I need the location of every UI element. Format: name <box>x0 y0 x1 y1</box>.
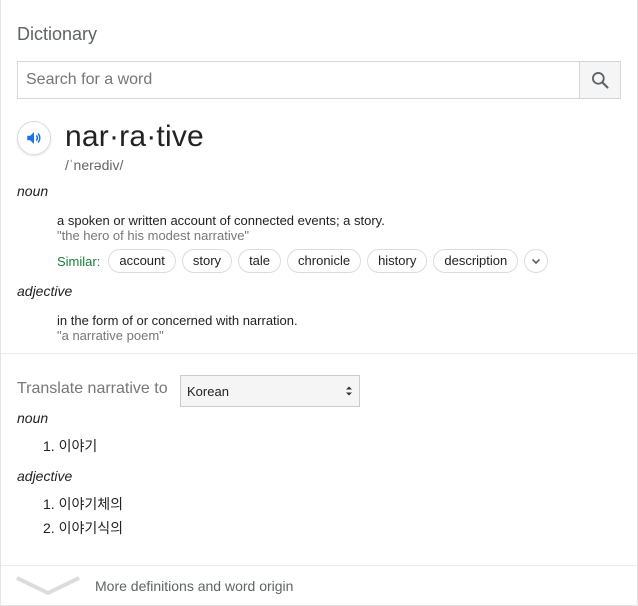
similar-label: Similar: <box>57 253 101 269</box>
dictionary-card: Dictionary nar·ra·tive /ˈnerədiv/ noun a… <box>0 0 638 606</box>
translate-pos-adjective: adjective <box>17 468 73 484</box>
dictionary-title: Dictionary <box>17 24 98 44</box>
search-bar <box>17 61 621 99</box>
translation-item: 2. 이야기식의 <box>43 520 123 536</box>
headword: nar·ra·tive <box>65 120 204 153</box>
definition-adjective: in the form of or concerned with narrati… <box>57 313 298 328</box>
chevron-down-icon <box>532 258 541 265</box>
translate-label: Translate narrative to <box>17 380 168 397</box>
search-input[interactable] <box>18 62 579 98</box>
language-select-value: Korean <box>187 383 229 399</box>
select-arrows-icon <box>346 386 352 396</box>
expand-chevron-icon[interactable] <box>15 575 81 597</box>
search-button[interactable] <box>579 62 620 98</box>
footer-divider <box>1 565 637 566</box>
similar-chip-story[interactable]: story <box>181 249 233 273</box>
example-adjective: "a narrative poem" <box>57 328 164 343</box>
similar-chip-account[interactable]: account <box>108 249 176 273</box>
pos-noun: noun <box>17 183 49 199</box>
more-definitions-link[interactable]: More definitions and word origin <box>95 578 293 594</box>
similar-chip-description[interactable]: description <box>433 249 519 273</box>
phonetic: /ˈnerədiv/ <box>65 157 124 173</box>
translation-item: 1. 이야기체의 <box>43 496 123 512</box>
similar-chip-tale[interactable]: tale <box>238 249 282 273</box>
pos-adjective: adjective <box>17 283 73 299</box>
search-icon <box>592 72 609 89</box>
translation-item: 1. 이야기 <box>43 438 98 454</box>
speaker-icon <box>27 132 41 144</box>
translate-pos-noun: noun <box>17 410 49 426</box>
similar-chip-history[interactable]: history <box>367 249 428 273</box>
similar-row: Similar: account story tale chronicle hi… <box>57 249 549 273</box>
language-select[interactable]: Korean <box>180 375 360 407</box>
example-noun: "the hero of his modest narrative" <box>57 228 250 243</box>
section-divider <box>1 353 637 354</box>
pronunciation-button[interactable] <box>17 121 51 155</box>
similar-chip-chronicle[interactable]: chronicle <box>287 249 362 273</box>
definition-noun: a spoken or written account of connected… <box>57 213 385 228</box>
expand-similar-button[interactable] <box>524 249 549 273</box>
